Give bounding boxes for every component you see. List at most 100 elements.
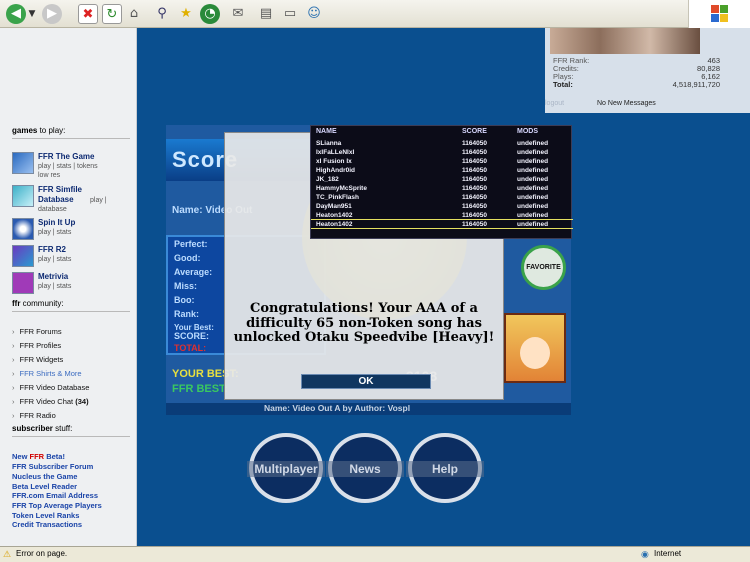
community-link-video-chat[interactable]: › FFR Video Chat (34) (12, 397, 89, 406)
leaderboard-row: SLianna 1164050 undefined (316, 140, 549, 147)
help-label: Help (406, 461, 484, 477)
leaderboard-row: TC_PinkFlash 1164050 undefined (316, 194, 549, 201)
divider (12, 436, 130, 437)
community-link-shirts[interactable]: › FFR Shirts & More (12, 369, 82, 378)
main-area: FFR Rank: 463 Credits: 80,828 Plays: 6,1… (138, 28, 750, 546)
home-icon[interactable]: ⌂ (124, 4, 144, 24)
game-title[interactable]: Metrivia (38, 272, 68, 282)
status-text: Error on page. (16, 549, 68, 558)
forward-icon[interactable]: ▶ (42, 4, 62, 24)
subscriber-link[interactable]: FFR Subscriber Forum (12, 462, 93, 471)
messages-status[interactable]: No New Messages (597, 100, 656, 107)
perfect-label: Perfect: (174, 239, 208, 249)
good-label: Good: (174, 253, 201, 263)
score-label: SCORE: (174, 331, 210, 341)
multiplayer-label: Multiplayer (247, 461, 325, 477)
subscriber-link[interactable]: Beta Level Reader (12, 482, 77, 491)
multiplayer-button[interactable]: Multiplayer (247, 433, 325, 503)
name-header: NAME (316, 128, 337, 135)
status-bar: ⚠ Error on page. ◉ Internet (0, 546, 750, 562)
game-links[interactable]: play | stats | tokens (38, 162, 98, 171)
game-links[interactable]: play | stats (38, 282, 71, 291)
history-icon[interactable]: ◔ (200, 4, 220, 24)
community-link-radio[interactable]: › FFR Radio (12, 411, 56, 420)
leaderboard-row-selected: Heaton1402 1164050 undefined (316, 221, 549, 228)
sidebar: games to play: FFR The Game play | stats… (0, 28, 137, 546)
ok-button[interactable]: OK (301, 374, 431, 389)
game-title-line2[interactable]: Database (38, 195, 74, 205)
games-header: games to play: (12, 126, 66, 135)
internet-zone-icon: ◉ (641, 549, 649, 559)
subscriber-link[interactable]: FFR Top Average Players (12, 501, 102, 510)
help-button[interactable]: Help (406, 433, 484, 503)
dropdown-icon[interactable]: ▼ (28, 4, 36, 24)
avatar (550, 28, 700, 54)
boo-label: Boo: (174, 295, 195, 305)
warning-icon[interactable]: ⚠ (3, 549, 11, 560)
total-label: TOTAL: (174, 343, 207, 353)
portrait-face (520, 337, 550, 369)
game-title[interactable]: FFR The Game (38, 152, 94, 162)
leaderboard-row: HighAndr0id 1164050 undefined (316, 167, 549, 174)
subscriber-link[interactable]: FFR.com Email Address (12, 491, 98, 500)
community-link-profiles[interactable]: › FFR Profiles (12, 341, 61, 350)
print-icon[interactable]: ▤ (256, 4, 276, 24)
game-title[interactable]: Spin It Up (38, 218, 75, 228)
game-links[interactable]: play | stats (38, 255, 71, 264)
leaderboard: NAME SCORE MODS SLianna 1164050 undefined … (310, 125, 573, 239)
game-title[interactable]: FFR Simfile (38, 185, 82, 195)
leaderboard-row: HammyMcSprite 1164050 undefined (316, 185, 549, 192)
game-links[interactable]: play | stats (38, 228, 71, 237)
subscriber-link[interactable]: Nucleus the Game (12, 472, 77, 481)
windows-logo-icon (688, 0, 750, 28)
total-label: Total: (553, 80, 573, 89)
stop-icon[interactable]: ✖ (78, 4, 98, 24)
congrats-message: Congratulations! Your AAA of a difficult… (233, 301, 495, 345)
leaderboard-row: IxIFaLLeNIxI 1164050 undefined (316, 149, 549, 156)
metrivia-icon (12, 272, 34, 294)
leaderboard-row: xI Fusion Ix 1164050 undefined (316, 158, 549, 165)
game-links-lowres[interactable]: low res (38, 171, 60, 180)
community-header: ffr community: (12, 299, 64, 308)
leaderboard-row: DayMan951 1164050 undefined (316, 203, 549, 210)
community-link-forums[interactable]: › FFR Forums (12, 327, 62, 336)
leaderboard-row: Heaton1402 1164050 undefined (316, 212, 549, 219)
subscriber-link-new-beta[interactable]: New FFR Beta! (12, 452, 65, 461)
zone-text: Internet (654, 549, 682, 558)
game-title[interactable]: FFR R2 (38, 245, 66, 255)
subscriber-link[interactable]: Credit Transactions (12, 520, 82, 529)
character-portrait (504, 313, 566, 383)
news-label: News (326, 461, 404, 477)
favorite-button[interactable]: FAVORITE (521, 245, 566, 290)
game-links-database[interactable]: database (38, 205, 67, 214)
search-icon[interactable]: ⚲ (152, 4, 172, 24)
spin-it-up-icon (12, 218, 34, 240)
edit-icon[interactable]: ▭ (280, 4, 300, 24)
ffr-r2-icon (12, 245, 34, 267)
back-icon[interactable]: ◀ (6, 4, 26, 24)
ffr-best: FFR BEST: (172, 383, 229, 395)
refresh-icon[interactable]: ↻ (102, 4, 122, 24)
subscriber-link[interactable]: Token Level Ranks (12, 511, 79, 520)
news-button[interactable]: News (326, 433, 404, 503)
community-link-video-database[interactable]: › FFR Video Database (12, 383, 89, 392)
community-link-widgets[interactable]: › FFR Widgets (12, 355, 63, 364)
ffr-game-icon (12, 152, 34, 174)
messenger-icon[interactable]: ☺ (304, 4, 324, 24)
logout-link[interactable]: logout (545, 100, 564, 107)
score-header: SCORE (462, 128, 487, 135)
subscriber-header: subscriber stuff: (12, 424, 73, 433)
favorites-icon[interactable]: ★ (176, 4, 196, 24)
song-footer-name: Name: Video Out A by Author: Vospl (264, 403, 411, 413)
average-label: Average: (174, 267, 213, 277)
leaderboard-row: JK_182 1164050 undefined (316, 176, 549, 183)
rank-label: Rank: (174, 309, 200, 319)
divider (12, 138, 130, 139)
game-links[interactable]: play | (90, 196, 107, 205)
mail-icon[interactable]: ✉ (228, 4, 248, 24)
browser-toolbar: ◀ ▼ ▶ ✖ ↻ ⌂ ⚲ ★ ◔ ✉ ▤ ▭ ☺ (0, 0, 750, 28)
song-name-bar: Name: Video Out A by Author: Vospl (166, 403, 571, 415)
divider (12, 311, 130, 312)
miss-label: Miss: (174, 281, 198, 291)
total-value: 4,518,911,720 (672, 80, 720, 89)
